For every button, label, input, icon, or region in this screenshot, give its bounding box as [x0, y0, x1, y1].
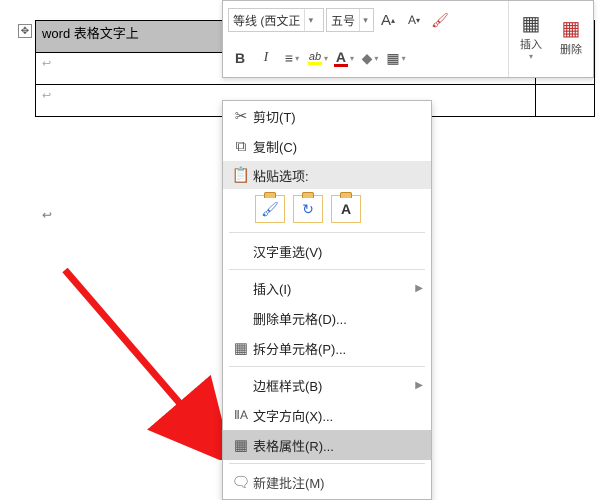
menu-table-properties[interactable]: ▦ 表格属性(R)... [223, 430, 431, 460]
table-cell[interactable] [535, 85, 594, 117]
font-color-icon: A [336, 49, 346, 65]
scissors-icon: ✂ [229, 107, 253, 125]
font-name: 等线 (西文正 [229, 12, 304, 29]
menu-split-cells[interactable]: ▦ 拆分单元格(P)... [223, 333, 431, 363]
delete-icon: ▦ [562, 16, 581, 41]
split-cells-icon: ▦ [229, 339, 253, 357]
font-color-button[interactable]: A [332, 46, 356, 70]
submenu-arrow-icon: ▶ [415, 380, 423, 391]
menu-separator [229, 269, 425, 270]
menu-delete-cells[interactable]: 删除单元格(D)... [223, 303, 431, 333]
paragraph-mark: ↩ [42, 208, 52, 223]
table-move-handle[interactable]: ✥ [18, 24, 32, 38]
menu-separator [229, 463, 425, 464]
font-size: 五号 [327, 12, 359, 29]
paste-text-only[interactable]: A [331, 195, 361, 223]
menu-text-direction[interactable]: ⅡA 文字方向(X)... [223, 400, 431, 430]
shading-button[interactable]: ◆ [358, 46, 382, 70]
font-size-combo[interactable]: 五号 ▾ [326, 8, 374, 32]
paste-options-row: 🖌 ↻ A [223, 189, 431, 229]
brush-icon: 🖌 [431, 12, 449, 29]
mini-toolbar: 等线 (西文正 ▾ 五号 ▾ A▴ A▾ 🖌 B I ≡ ab [222, 0, 594, 78]
highlight-button[interactable]: ab [306, 46, 330, 70]
text-direction-icon: ⅡA [229, 408, 253, 422]
grow-font-button[interactable]: A▴ [376, 8, 400, 32]
menu-new-comment[interactable]: 🗨 新建批注(M) [223, 467, 431, 497]
align-button[interactable]: ≡ [280, 46, 304, 70]
insert-icon: ▦ [522, 11, 541, 36]
menu-reconvert[interactable]: 汉字重选(V) [223, 236, 431, 266]
menu-separator [229, 366, 425, 367]
chevron-down-icon[interactable]: ▾ [359, 9, 371, 31]
delete-label: 删除 [560, 41, 582, 57]
borders-button[interactable]: ▦ [384, 46, 408, 70]
clipboard-icon: 📋 [229, 166, 253, 184]
cell-text: word 表格文字上 [42, 26, 139, 41]
chevron-down-icon[interactable]: ▾ [304, 9, 316, 31]
menu-separator [229, 232, 425, 233]
insert-table-button[interactable]: ▦ 插入 ▾ [511, 5, 551, 67]
italic-button[interactable]: I [254, 46, 278, 70]
table-properties-icon: ▦ [229, 436, 253, 454]
menu-insert[interactable]: 插入(I) ▶ [223, 273, 431, 303]
paint-bucket-icon: ◆ [362, 50, 373, 67]
paste-keep-source[interactable]: 🖌 [255, 195, 285, 223]
menu-cut[interactable]: ✂ 剪切(T) [223, 101, 431, 131]
format-painter-button[interactable]: 🖌 [428, 8, 452, 32]
insert-label: 插入 [520, 36, 542, 52]
font-name-combo[interactable]: 等线 (西文正 ▾ [228, 8, 324, 32]
menu-border-style[interactable]: 边框样式(B) ▶ [223, 370, 431, 400]
annotation-arrow [60, 260, 240, 460]
copy-icon: ⧉ [229, 138, 253, 155]
comment-icon: 🗨 [229, 473, 253, 491]
borders-icon: ▦ [386, 50, 399, 67]
submenu-arrow-icon: ▶ [415, 283, 423, 294]
shrink-font-button[interactable]: A▾ [402, 8, 426, 32]
delete-table-button[interactable]: ▦ 删除 [551, 5, 591, 67]
bold-button[interactable]: B [228, 46, 252, 70]
context-menu: ✂ 剪切(T) ⧉ 复制(C) 📋 粘贴选项: 🖌 ↻ A 汉字重选(V) 插入… [222, 100, 432, 500]
menu-copy[interactable]: ⧉ 复制(C) [223, 131, 431, 161]
paste-merge-formatting[interactable]: ↻ [293, 195, 323, 223]
align-icon: ≡ [285, 50, 293, 66]
menu-paste-options-header: 📋 粘贴选项: [223, 161, 431, 189]
